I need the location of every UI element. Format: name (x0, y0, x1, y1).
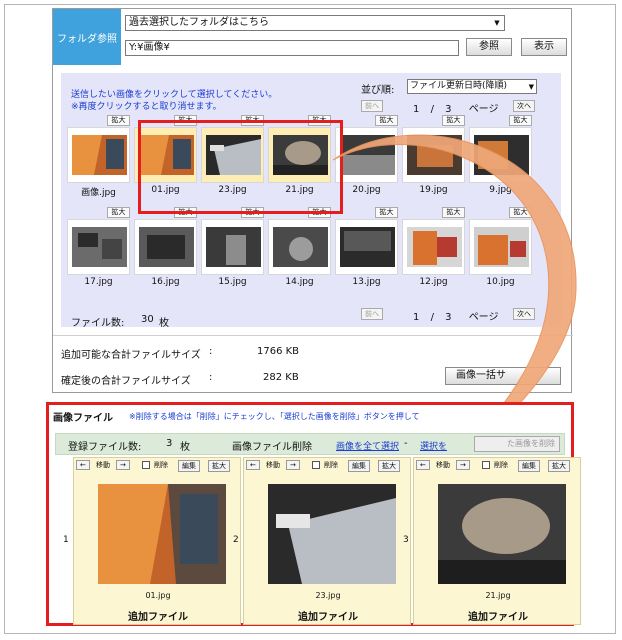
card-controls: ← 移動 → 削除 編集 拡大 (244, 460, 412, 472)
car-image (98, 484, 226, 584)
delete-check-label: 削除 (324, 461, 338, 469)
registered-count-label: 登録ファイル数: (68, 442, 142, 453)
card-controls: ← 移動 → 削除 編集 拡大 (414, 460, 582, 472)
edit-button[interactable]: 編集 (348, 460, 370, 472)
link-dash: - (404, 438, 408, 449)
card-status: 追加ファイル (128, 612, 188, 623)
pipe-image (268, 484, 396, 584)
delete-check-label: 削除 (494, 461, 508, 469)
move-label: 移動 (96, 461, 110, 469)
card-file-name: 21.jpg (485, 591, 511, 600)
card-status: 追加ファイル (298, 612, 358, 623)
row-number: 1 (63, 535, 69, 545)
move-left-button[interactable]: ← (416, 460, 430, 470)
delete-section-label: 画像ファイル削除 (232, 442, 312, 453)
undercarriage-image (438, 484, 566, 584)
row-number: 3 (403, 535, 409, 545)
delete-checkbox[interactable] (142, 461, 150, 469)
delete-instruction: ※削除する場合は「削除」にチェックし、「選択した画像を削除」ボタンを押して (129, 412, 420, 421)
edit-button[interactable]: 編集 (178, 460, 200, 472)
card-file-name: 01.jpg (145, 591, 171, 600)
zoom-button[interactable]: 拡大 (548, 460, 570, 472)
image-files-section: 画像ファイル ※削除する場合は「削除」にチェックし、「選択した画像を削除」ボタン… (46, 402, 581, 626)
delete-checkbox[interactable] (482, 461, 490, 469)
zoom-button[interactable]: 拡大 (378, 460, 400, 472)
move-right-button[interactable]: → (286, 460, 300, 470)
delete-checkbox[interactable] (312, 461, 320, 469)
card-file-name: 23.jpg (315, 591, 341, 600)
edit-button[interactable]: 編集 (518, 460, 540, 472)
move-left-button[interactable]: ← (76, 460, 90, 470)
card-controls: ← 移動 → 削除 編集 拡大 (74, 460, 242, 472)
registered-count-unit: 枚 (180, 442, 190, 453)
move-right-button[interactable]: → (116, 460, 130, 470)
image-card: ← 移動 → 削除 編集 拡大 23.jpg 追加ファイル (243, 457, 411, 625)
image-card: ← 移動 → 削除 編集 拡大 21.jpg 追加ファイル (413, 457, 581, 625)
deselect-link[interactable]: 選択を (420, 439, 447, 452)
registered-files-bar: 登録ファイル数: 3 枚 画像ファイル削除 画像を全て選択 - 選択を た画像を… (55, 433, 565, 455)
image-card: ← 移動 → 削除 編集 拡大 01.jpg 追加ファイル (73, 457, 241, 625)
zoom-button[interactable]: 拡大 (208, 460, 230, 472)
row-number: 2 (233, 535, 239, 545)
image-files-title: 画像ファイル (53, 413, 113, 424)
delete-selected-button[interactable]: た画像を削除 (474, 436, 560, 452)
move-left-button[interactable]: ← (246, 460, 260, 470)
delete-check-label: 削除 (154, 461, 168, 469)
card-status: 追加ファイル (468, 612, 528, 623)
move-right-button[interactable]: → (456, 460, 470, 470)
registered-count-value: 3 (166, 438, 173, 449)
move-label: 移動 (436, 461, 450, 469)
move-label: 移動 (266, 461, 280, 469)
select-all-link[interactable]: 画像を全て選択 (336, 439, 399, 452)
